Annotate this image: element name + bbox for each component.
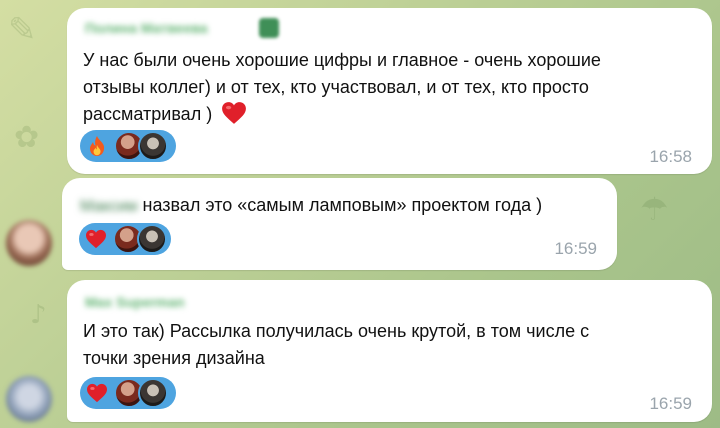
avatar [137,224,167,254]
reactor-avatars [113,224,167,254]
fire-icon [86,135,108,157]
message-line: И это так) Рассылка получилась очень кру… [83,321,590,341]
message-time: 16:59 [649,394,692,413]
avatar [138,378,168,408]
heart-icon [86,382,108,404]
message-time: 16:58 [649,147,692,166]
reaction-pill[interactable] [80,377,176,409]
background-doodle: ✿ [14,120,40,155]
reaction-pill[interactable] [79,223,171,255]
message-line: точки зрения дизайна [83,348,265,368]
sender-name[interactable]: Максим [80,198,138,215]
background-doodle: ☂ [640,190,669,228]
sender-name[interactable]: Max Superman [85,294,185,310]
message-text: У нас были очень хорошие цифры и главное… [83,47,601,128]
message-line-wrap: рассматривал ) [83,101,601,128]
reactor-avatars [114,131,168,161]
message-bubble[interactable]: Max Superman И это так) Рассылка получил… [67,280,712,422]
message-text: Максим назвал это «самым ламповым» проек… [80,192,542,220]
message-bubble[interactable]: Полина Матвеева У нас были очень хорошие… [67,8,712,174]
heart-icon [85,228,107,250]
reactor-avatars [114,378,168,408]
message-line: рассматривал ) [83,104,213,124]
background-doodle: ♪ [30,300,47,330]
sender-name[interactable]: Полина Матвеева [85,20,208,36]
heart-icon [222,102,247,124]
message-text: И это так) Рассылка получилась очень кру… [83,318,589,372]
message-time: 16:59 [554,239,597,258]
avatar [138,131,168,161]
message-line: У нас были очень хорошие цифры и главное… [83,50,601,70]
message-body: назвал это «самым ламповым» проектом год… [142,195,543,215]
reaction-pill[interactable] [80,130,176,162]
avatar[interactable] [6,376,52,422]
sender-badge-icon [259,18,279,38]
avatar[interactable] [6,220,52,266]
message-line: отзывы коллег) и от тех, кто участвовал,… [83,77,589,97]
background-doodle: ✎ [8,10,37,50]
message-bubble[interactable]: Максим назвал это «самым ламповым» проек… [62,178,617,270]
